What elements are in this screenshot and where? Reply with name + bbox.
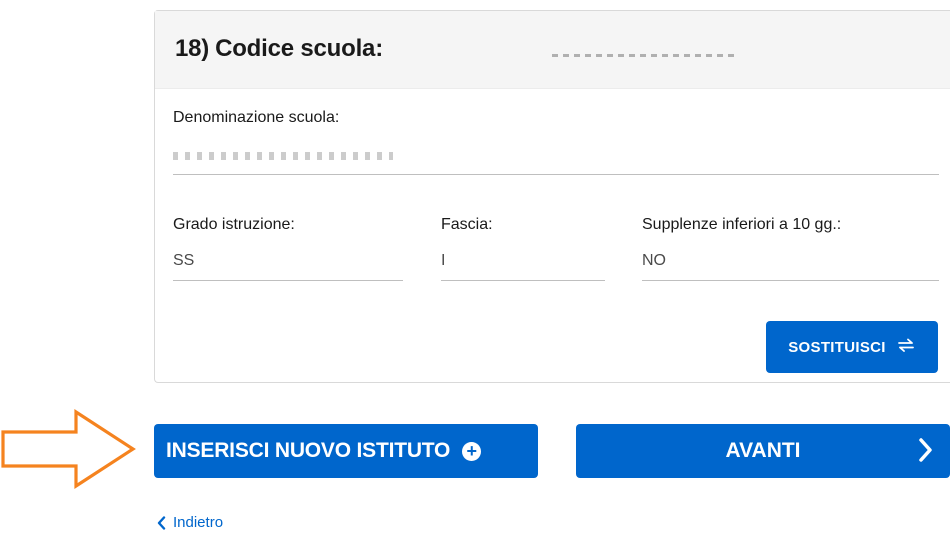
grado-value: SS: [173, 252, 195, 269]
supplenze-value: NO: [642, 252, 666, 269]
grado-underline: [173, 280, 403, 281]
chevron-left-icon: [157, 515, 166, 530]
supplenze-underline: [642, 280, 939, 281]
next-button[interactable]: AVANTI: [576, 424, 950, 478]
school-code-title: 18) Codice scuola:: [175, 35, 383, 63]
orange-arrow-icon: [1, 409, 136, 489]
fascia-underline: [441, 280, 605, 281]
insert-new-institute-button[interactable]: INSERISCI NUOVO ISTITUTO +: [154, 424, 538, 478]
grado-label: Grado istruzione:: [173, 216, 295, 233]
redacted-school-code: [552, 36, 742, 58]
redacted-denomination: [173, 152, 393, 160]
denomination-underline: [173, 174, 939, 175]
school-card-header: 18) Codice scuola:: [155, 11, 950, 89]
supplenze-label: Supplenze inferiori a 10 gg.:: [642, 216, 842, 233]
plus-circle-icon: +: [462, 441, 482, 461]
insert-button-label: INSERISCI NUOVO ISTITUTO: [166, 439, 451, 462]
next-button-label: AVANTI: [725, 439, 801, 462]
fascia-value: I: [441, 252, 446, 269]
denomination-label: Denominazione scuola:: [173, 109, 340, 126]
school-number: 18): [175, 35, 210, 62]
school-code-label: Codice scuola:: [215, 35, 384, 62]
replace-button-label: SOSTITUISCI: [788, 338, 886, 356]
swap-arrows-icon: [896, 337, 916, 357]
replace-button[interactable]: SOSTITUISCI: [766, 321, 938, 373]
back-link-label: Indietro: [173, 514, 224, 531]
back-link[interactable]: Indietro: [157, 514, 223, 531]
fascia-label: Fascia:: [441, 216, 493, 233]
chevron-right-icon: [918, 437, 934, 469]
